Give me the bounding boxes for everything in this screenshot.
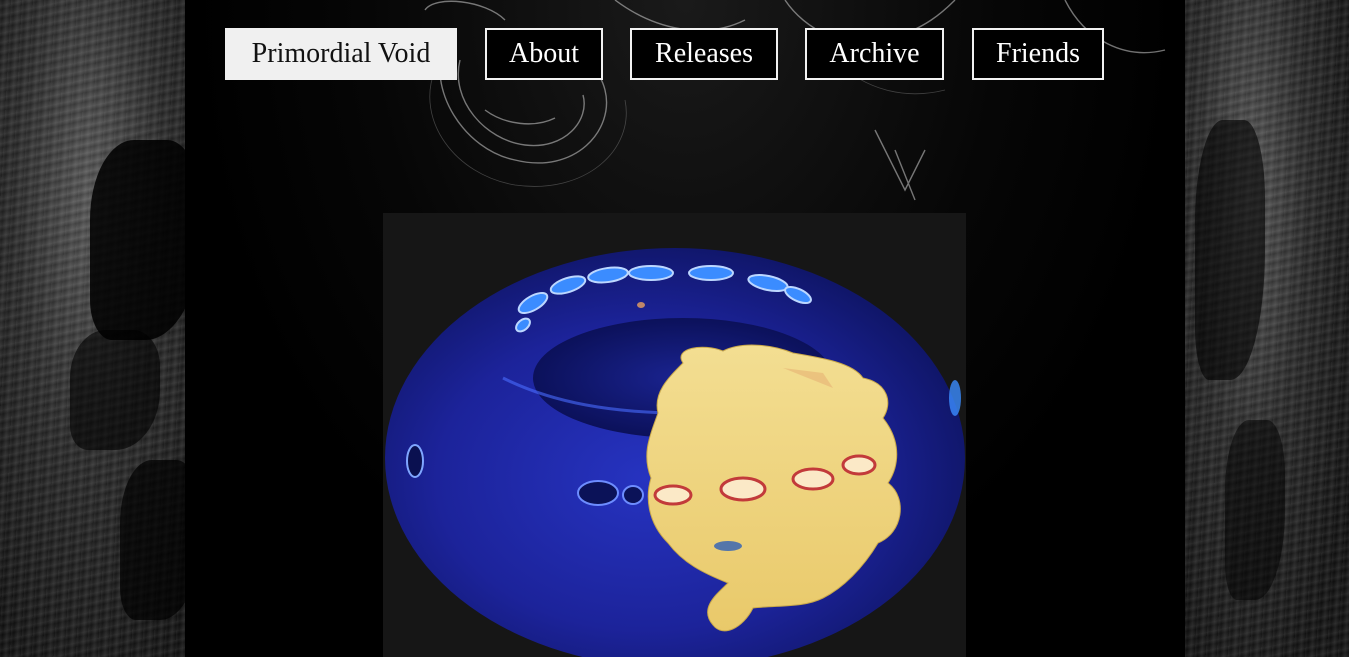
nav-archive-link[interactable]: Archive — [805, 28, 944, 80]
nav-about-link[interactable]: About — [485, 28, 603, 80]
nav-releases-link[interactable]: Releases — [630, 28, 778, 80]
right-texture-panel — [1185, 0, 1349, 657]
featured-artwork — [383, 213, 966, 657]
torus-artwork-image — [385, 248, 965, 657]
page: Primordial Void About Releases Archive F… — [0, 0, 1349, 657]
nav-friends-link[interactable]: Friends — [972, 28, 1104, 80]
nav-home-link[interactable]: Primordial Void — [225, 28, 457, 80]
